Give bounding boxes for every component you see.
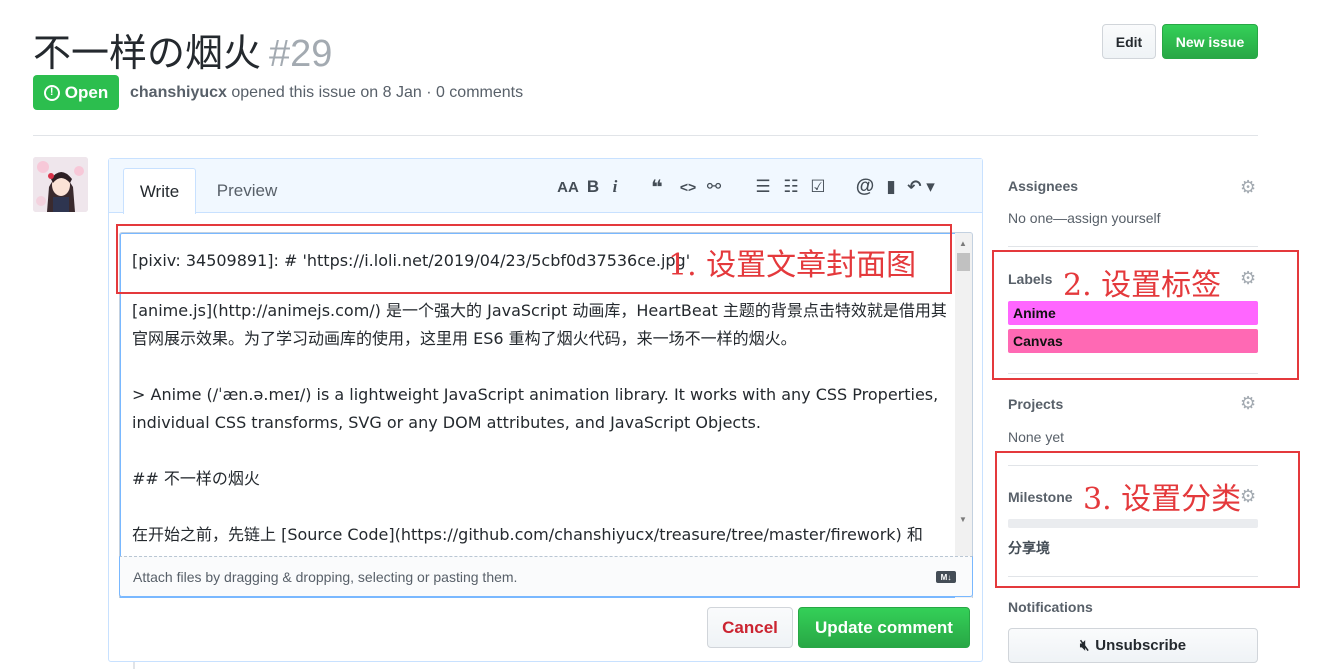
- body-line-heading: ## 不一样の烟火: [132, 469, 260, 488]
- cancel-button[interactable]: Cancel: [707, 607, 793, 648]
- labels-gear-icon[interactable]: ⚙: [1240, 269, 1258, 287]
- author-link[interactable]: chanshiyucx: [130, 84, 227, 101]
- status-label: Open: [64, 82, 109, 102]
- annotation-category: 3. 设置分类: [1083, 482, 1242, 517]
- bold-icon[interactable]: B: [581, 175, 605, 199]
- avatar[interactable]: [33, 157, 88, 212]
- issue-title-text: 不一样の烟火: [33, 31, 262, 75]
- scroll-down-icon[interactable]: ▼: [959, 515, 967, 524]
- milestone-heading[interactable]: Milestone: [1008, 489, 1073, 505]
- attach-files-bar[interactable]: Attach files by dragging & dropping, sel…: [119, 556, 973, 597]
- reply-icon[interactable]: ↶ ▾: [903, 175, 939, 199]
- projects-heading[interactable]: Projects: [1008, 396, 1063, 412]
- sidebar-divider: [1008, 373, 1258, 374]
- body-line-source: 在开始之前，先链上 [Source Code](https://github.c…: [132, 525, 923, 544]
- quote-icon[interactable]: ❝: [639, 175, 675, 199]
- label-canvas[interactable]: Canvas: [1008, 329, 1258, 353]
- task-list-icon[interactable]: ☑: [805, 175, 831, 199]
- editor-header: Write Preview AA B i ❝ <> ⚯ ☰ ☷ ☑ @ ▮ ↶ …: [109, 159, 982, 214]
- issue-number: #29: [269, 33, 333, 75]
- bookmark-icon[interactable]: ▮: [879, 175, 903, 199]
- mention-icon[interactable]: @: [851, 175, 879, 199]
- scroll-thumb[interactable]: [957, 253, 970, 271]
- sidebar-divider: [1008, 246, 1258, 247]
- avatar-image: [33, 157, 88, 212]
- mute-icon: 🔇︎: [1079, 637, 1090, 654]
- milestone-gear-icon[interactable]: ⚙: [1240, 487, 1258, 505]
- textarea-scrollbar[interactable]: ▲ ▼: [955, 233, 972, 598]
- markdown-toolbar: AA B i ❝ <> ⚯ ☰ ☷ ☑ @ ▮ ↶ ▾: [555, 173, 939, 201]
- issue-meta-text: opened this issue on 8 Jan · 0 comments: [226, 84, 524, 101]
- link-icon[interactable]: ⚯: [701, 175, 727, 199]
- new-issue-button[interactable]: New issue: [1162, 24, 1258, 59]
- header-divider: [33, 135, 1258, 136]
- italic-icon[interactable]: i: [605, 175, 625, 199]
- numbered-list-icon[interactable]: ☷: [777, 175, 805, 199]
- code-icon[interactable]: <>: [675, 175, 701, 199]
- projects-value: None yet: [1008, 429, 1065, 445]
- unsubscribe-button[interactable]: 🔇︎ Unsubscribe: [1008, 628, 1258, 663]
- status-badge: ! Open: [33, 75, 119, 110]
- markdown-icon[interactable]: M↓: [936, 571, 956, 583]
- label-anime[interactable]: Anime: [1008, 301, 1258, 325]
- annotation-labels: 2. 设置标签: [1063, 268, 1222, 303]
- timeline-line: [133, 662, 135, 669]
- annotation-cover: 1. 设置文章封面图: [668, 248, 917, 283]
- sidebar-divider: [1008, 576, 1258, 577]
- issue-title: 不一样の烟火 #29: [33, 22, 332, 77]
- update-comment-button[interactable]: Update comment: [798, 607, 970, 648]
- projects-gear-icon[interactable]: ⚙: [1240, 394, 1258, 412]
- body-line-intro: [anime.js](http://animejs.com/) 是一个强大的 J…: [132, 301, 947, 348]
- tab-preview[interactable]: Preview: [205, 168, 289, 214]
- text-size-icon[interactable]: AA: [555, 175, 581, 199]
- body-line-quote: > Anime (/ˈæn.ə.meɪ/) is a lightweight J…: [132, 385, 939, 432]
- issue-meta: chanshiyucx opened this issue on 8 Jan ·…: [130, 84, 523, 102]
- assignees-heading[interactable]: Assignees: [1008, 178, 1078, 194]
- assignees-gear-icon[interactable]: ⚙: [1240, 178, 1258, 196]
- assignees-value[interactable]: No one—assign yourself: [1008, 210, 1161, 226]
- bullet-list-icon[interactable]: ☰: [749, 175, 777, 199]
- unsubscribe-label: Unsubscribe: [1095, 637, 1187, 654]
- issue-opened-icon: !: [43, 84, 60, 101]
- notifications-heading: Notifications: [1008, 599, 1093, 615]
- labels-heading[interactable]: Labels: [1008, 271, 1052, 287]
- sidebar-divider: [1008, 465, 1258, 466]
- tab-write[interactable]: Write: [123, 168, 196, 214]
- scroll-up-icon[interactable]: ▲: [959, 239, 967, 248]
- comment-body: [pixiv: 34509891]: # 'https://i.loli.net…: [132, 247, 947, 577]
- edit-button[interactable]: Edit: [1102, 24, 1156, 59]
- milestone-name[interactable]: 分享境: [1008, 538, 1050, 558]
- attach-hint: Attach files by dragging & dropping, sel…: [133, 568, 518, 585]
- milestone-progress: [1008, 519, 1258, 528]
